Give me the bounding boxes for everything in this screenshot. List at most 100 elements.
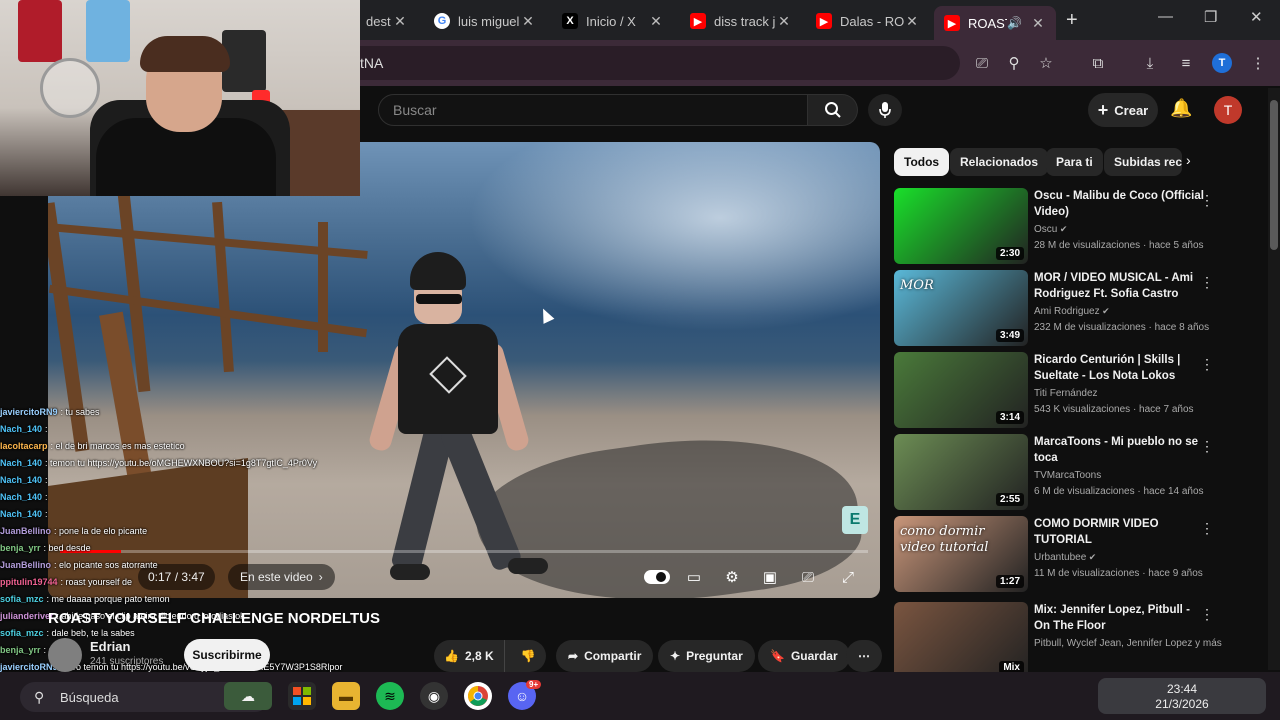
close-tab-icon[interactable]: ✕ [520,13,536,30]
recommended-channel[interactable]: TVMarcaToons [1034,470,1101,481]
video-menu-icon[interactable]: ⋮ [1200,274,1214,291]
recommended-video-title[interactable]: Oscu - Malibu de Coco (Official Video) [1034,188,1206,220]
verified-check-icon: ✔ [1057,224,1068,234]
account-avatar[interactable]: T [1214,96,1242,124]
close-tab-icon[interactable]: ✕ [904,13,920,30]
taskbar-clock[interactable]: 23:44 21/3/2026 [1098,678,1266,714]
spotify-icon[interactable]: ≋ [376,682,404,710]
obs-icon[interactable]: ◉ [420,682,448,710]
scrollbar-thumb[interactable] [1270,100,1278,250]
minimize-icon[interactable]: — [1158,8,1173,25]
webcam-jersey [18,0,62,62]
close-tab-icon[interactable]: ✕ [776,13,792,30]
file-explorer-icon[interactable]: ▬ [332,682,360,710]
recommended-video[interactable]: 3:14 Ricardo Centurión | Skills | Sueltat… [894,352,1224,428]
bookmark-star-icon[interactable]: ☆ [1036,53,1056,73]
close-tab-icon[interactable]: ✕ [648,13,664,30]
search-button[interactable] [808,94,858,126]
x-logo-icon: X [562,13,578,29]
video-thumbnail[interactable]: 2:30 [894,188,1028,264]
notifications-bell-icon[interactable]: 🔔 [1170,98,1192,119]
share-button[interactable]: ➦ Compartir [556,640,654,672]
recommended-channel[interactable]: Oscu ✔ [1034,224,1067,235]
speaker-icon[interactable]: 🔊 [1007,16,1022,30]
video-menu-icon[interactable]: ⋮ [1200,606,1214,623]
chip-para-ti[interactable]: Para ti [1046,148,1103,176]
tab-3[interactable]: ▶ diss track j ✕ [680,6,802,36]
recommended-video[interactable]: como dormir video tutorial 1:27 COMO DORMI… [894,516,1224,592]
search-input[interactable]: Buscar [378,94,808,126]
address-bar[interactable]: tNA [340,46,960,80]
more-actions-button[interactable]: ⋯ [846,640,882,672]
video-menu-icon[interactable]: ⋮ [1200,520,1214,537]
dislike-button[interactable]: 👎 [511,640,546,672]
video-thumbnail[interactable]: Mix [894,602,1028,678]
recommended-channel[interactable]: Titi Fernández [1034,388,1098,399]
windows-start-icon[interactable] [288,682,316,710]
video-thumbnail[interactable]: como dormir video tutorial 1:27 [894,516,1028,592]
chip-todos[interactable]: Todos [894,148,950,176]
recommended-video[interactable]: 2:55 MarcaToons - Mi pueblo no se toca TVM… [894,434,1224,510]
page-scrollbar[interactable] [1268,88,1280,670]
tab-1[interactable]: G luis miguel ✕ [424,6,546,36]
recommended-video-title[interactable]: Mix: Jennifer Lopez, Pitbull - On The Fl… [1034,602,1206,634]
recommended-video-title[interactable]: MOR / VIDEO MUSICAL - Ami Rodriguez Ft. … [1034,270,1206,302]
zoom-icon[interactable]: ⚲ [1004,53,1024,73]
video-menu-icon[interactable]: ⋮ [1200,356,1214,373]
chevron-right-icon[interactable]: › [1186,152,1191,168]
video-thumbnail[interactable]: MOR 3:49 [894,270,1028,346]
chat-message: JuanBellino: pone la de elo picante [0,523,380,540]
extensions-icon[interactable]: ⧉ [1088,53,1108,73]
cast-icon[interactable]: ⎚ [796,566,820,588]
recommended-video[interactable]: Mix Mix: Jennifer Lopez, Pitbull - On The… [894,602,1224,678]
media-control-icon[interactable]: ≡ [1176,53,1196,73]
chrome-logo-icon [468,686,488,706]
chrome-icon[interactable] [464,682,492,710]
tab-4[interactable]: ▶ Dalas - RO ✕ [806,6,930,36]
restore-icon[interactable]: ❐ [1204,8,1217,26]
settings-gear-icon[interactable]: ⚙ [720,566,744,588]
download-icon[interactable]: ⤓ [1140,53,1160,73]
tab-2[interactable]: X Inicio / X ✕ [552,6,674,36]
channel-watermark[interactable]: E [842,506,868,534]
video-menu-icon[interactable]: ⋮ [1200,192,1214,209]
autoplay-toggle[interactable] [644,570,670,584]
video-thumbnail[interactable]: 3:14 [894,352,1028,428]
new-tab-icon[interactable]: + [1066,9,1078,32]
miniplayer-icon[interactable]: ▣ [758,566,782,588]
save-button[interactable]: 🔖 Guardar [758,640,850,672]
video-menu-icon[interactable]: ⋮ [1200,438,1214,455]
close-tab-icon[interactable]: ✕ [1030,15,1046,32]
chat-text: : [45,475,48,485]
recommended-video[interactable]: MOR 3:49 MOR / VIDEO MUSICAL - Ami Rodrigu… [894,270,1224,346]
recommended-video-title[interactable]: Ricardo Centurión | Skills | Sueltate - … [1034,352,1206,384]
like-dislike-group: 👍 2,8 K 👎 [434,640,546,672]
subtitles-icon[interactable]: ▭ [682,566,706,588]
channel-name[interactable]: Edrian [90,639,130,654]
recommended-video[interactable]: 2:30 Oscu - Malibu de Coco (Official Vide… [894,188,1224,264]
recommended-video-title[interactable]: COMO DORMIR VIDEO TUTORIAL [1034,516,1206,548]
subscribe-button[interactable]: Suscribirme [184,639,270,671]
video-thumbnail[interactable]: 2:55 [894,434,1028,510]
like-button[interactable]: 👍 2,8 K [434,640,505,672]
create-button[interactable]: + Crear [1088,93,1158,127]
tab-5-active[interactable]: ▶ ROAST 🔊 ✕ [934,6,1056,40]
taskbar-widget-icon[interactable]: ☁ [224,682,272,710]
cast-icon[interactable]: ⎚ [972,53,992,73]
fullscreen-icon[interactable]: ⤢ [836,566,860,588]
recommended-channel[interactable]: Ami Rodriguez ✔ [1034,306,1110,317]
recommended-video-title[interactable]: MarcaToons - Mi pueblo no se toca [1034,434,1206,466]
channel-avatar[interactable] [48,638,82,672]
recommended-channel[interactable]: Pitbull, Wyclef Jean, Jennifer Lopez y m… [1034,638,1222,649]
ask-button[interactable]: ✦ Preguntar [658,640,755,672]
chip-subidas-recientes[interactable]: Subidas rec [1104,148,1182,176]
close-window-icon[interactable]: ✕ [1250,8,1263,26]
voice-search-button[interactable] [868,94,902,126]
browser-profile-avatar[interactable]: T [1212,53,1232,73]
menu-dots-icon[interactable]: ⋮ [1248,53,1268,73]
chat-text: : [45,492,48,502]
chip-relacionados[interactable]: Relacionados [950,148,1049,176]
tab-0[interactable]: dest ✕ [356,6,418,36]
recommended-channel[interactable]: Urbantubee ✔ [1034,552,1096,563]
close-tab-icon[interactable]: ✕ [392,13,408,30]
